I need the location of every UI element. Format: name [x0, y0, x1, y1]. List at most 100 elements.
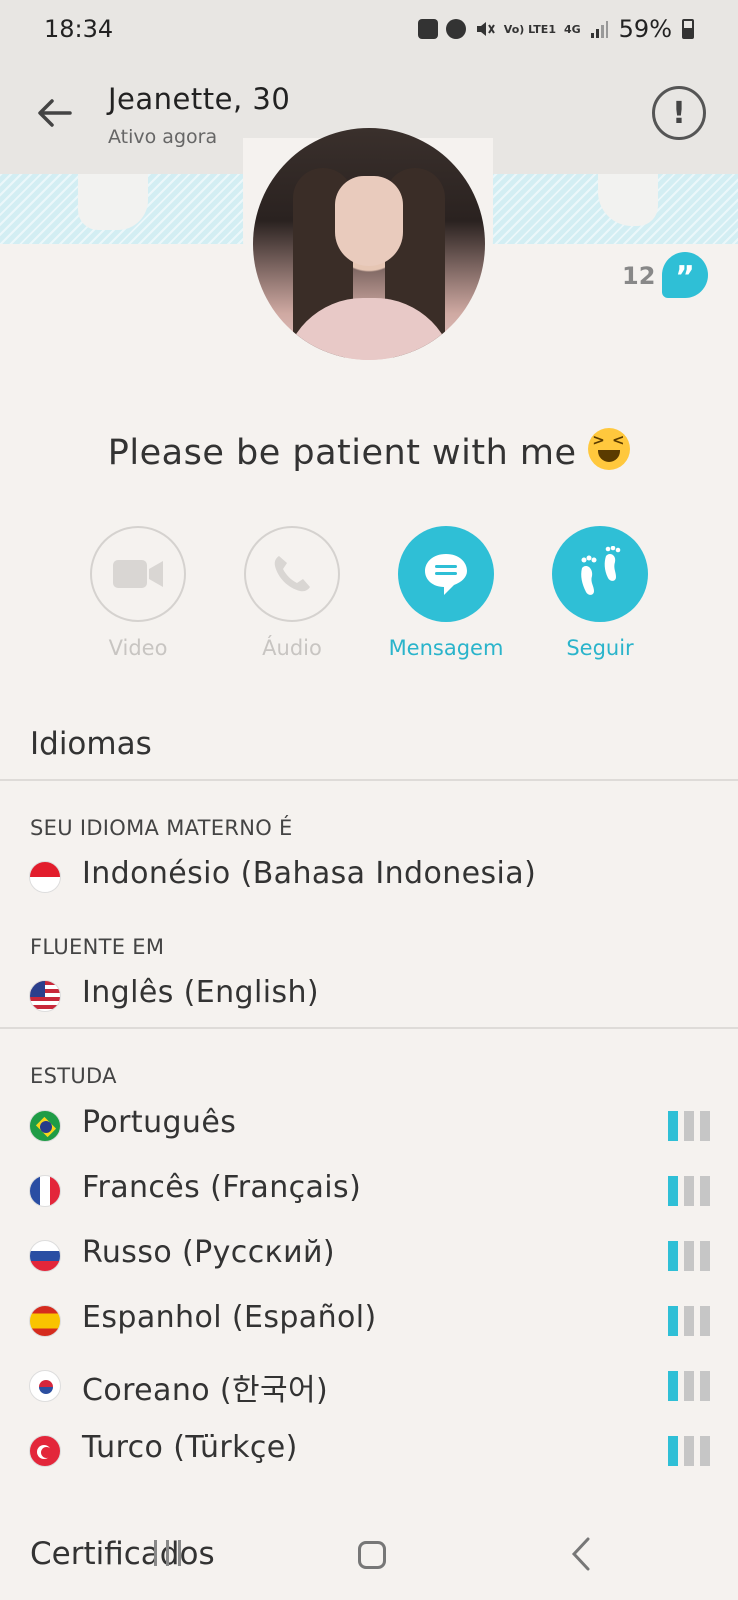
- recent-apps-icon: [154, 1540, 157, 1566]
- level-bar: [684, 1176, 694, 1206]
- languages-title: Idiomas: [30, 726, 152, 762]
- map-landmass: [78, 174, 148, 230]
- level-bar: [668, 1111, 678, 1141]
- chat-bubble-icon: [425, 554, 467, 595]
- battery-percentage: 59%: [618, 15, 672, 43]
- proficiency-level-indicator: [668, 1111, 712, 1141]
- level-bar: [700, 1176, 710, 1206]
- message-button[interactable]: Mensagem: [371, 526, 521, 660]
- grinning-squinting-face-icon: [588, 428, 631, 470]
- proficiency-level-indicator: [668, 1306, 712, 1336]
- profile-name: Jeanette, 30: [108, 82, 291, 116]
- proficiency-level-indicator: [668, 1371, 712, 1401]
- flag-turkey-icon: [29, 1435, 61, 1467]
- exclamation-icon: !: [672, 95, 686, 131]
- studying-language-row: Turco (Türkçe): [0, 1426, 738, 1476]
- back-button[interactable]: [30, 88, 80, 138]
- follow-button[interactable]: Seguir: [525, 526, 675, 660]
- language-name: Indonésio (Bahasa Indonesia): [82, 856, 537, 891]
- avatar-face: [335, 176, 403, 266]
- level-bar: [700, 1306, 710, 1336]
- level-bar: [684, 1371, 694, 1401]
- studying-language-row: Português: [0, 1101, 738, 1151]
- flag-south-korea-icon: [29, 1370, 61, 1402]
- certificates-title: Certificados: [30, 1536, 215, 1572]
- battery-icon: [682, 19, 694, 39]
- studying-language-row: Coreano (한국어): [0, 1361, 738, 1411]
- profile-bio: Please be patient with me: [0, 428, 738, 473]
- report-button[interactable]: !: [652, 86, 706, 140]
- level-bar: [668, 1306, 678, 1336]
- native-language-row: Indonésio (Bahasa Indonesia): [0, 852, 738, 902]
- phone-icon: [274, 556, 310, 592]
- chevron-left-icon: [571, 1537, 590, 1571]
- follow-label: Seguir: [566, 636, 634, 660]
- alarm-icon: [445, 19, 466, 39]
- level-bar: [684, 1241, 694, 1271]
- flag-usa-icon: [29, 980, 61, 1012]
- proficiency-level-indicator: [668, 1241, 712, 1271]
- volte-icon: Vo) LTE1: [503, 22, 556, 36]
- native-language-label: SEU IDIOMA MATERNO É: [30, 816, 293, 840]
- mute-icon: [476, 22, 495, 36]
- level-bar: [668, 1436, 678, 1466]
- level-bar: [668, 1241, 678, 1271]
- avatar[interactable]: [253, 128, 485, 360]
- signal-icon: [590, 21, 608, 38]
- fluent-label: FLUENTE EM: [30, 935, 165, 959]
- nav-back-button[interactable]: [566, 1536, 596, 1572]
- flag-france-icon: [29, 1175, 61, 1207]
- recent-apps-icon: [178, 1540, 181, 1566]
- proficiency-level-indicator: [668, 1436, 712, 1466]
- language-name: Inglês (English): [82, 975, 319, 1010]
- audio-button-circle: [244, 526, 340, 622]
- message-button-circle: [398, 526, 494, 622]
- video-button-circle: [90, 526, 186, 622]
- language-name: Francês (Français): [82, 1170, 362, 1205]
- level-bar: [700, 1111, 710, 1141]
- level-bar: [700, 1436, 710, 1466]
- recent-apps-icon: [166, 1540, 169, 1566]
- status-time: 18:34: [44, 15, 114, 43]
- language-name: Turco (Türkçe): [82, 1430, 298, 1465]
- level-bar: [668, 1371, 678, 1401]
- language-name: Russo (Русский): [82, 1235, 336, 1270]
- studying-language-row: Russo (Русский): [0, 1231, 738, 1281]
- studying-label: ESTUDA: [30, 1064, 117, 1088]
- follow-button-circle: [552, 526, 648, 622]
- studying-language-row: Francês (Français): [0, 1166, 738, 1216]
- activity-status: Ativo agora: [108, 126, 218, 148]
- recent-apps-button[interactable]: [150, 1540, 186, 1568]
- reference-count[interactable]: 12: [622, 262, 655, 290]
- 4g-icon: 4G: [563, 22, 581, 36]
- fluent-language-row: Inglês (English): [0, 971, 738, 1021]
- audio-label: Áudio: [262, 636, 322, 660]
- video-call-button[interactable]: Video: [63, 526, 213, 660]
- studying-language-row: Espanhol (Español): [0, 1296, 738, 1346]
- notification-icon: [417, 19, 438, 39]
- level-bar: [700, 1371, 710, 1401]
- footprints-icon: [581, 546, 621, 595]
- level-bar: [684, 1436, 694, 1466]
- language-name: Coreano (한국어): [82, 1373, 329, 1408]
- status-icons: Vo) LTE1 4G: [417, 18, 609, 40]
- divider: [0, 779, 738, 781]
- audio-call-button[interactable]: Áudio: [217, 526, 367, 660]
- flag-indonesia-icon: [29, 861, 61, 893]
- status-right: Vo) LTE1 4G 59%: [417, 15, 694, 43]
- home-button[interactable]: [358, 1541, 386, 1569]
- level-bar: [668, 1176, 678, 1206]
- arrow-left-icon: [38, 99, 72, 127]
- language-name: Português: [82, 1105, 237, 1140]
- flag-russia-icon: [29, 1240, 61, 1272]
- status-bar: 18:34 Vo) LTE1 4G 59%: [0, 0, 738, 58]
- video-icon: [113, 560, 163, 588]
- flag-spain-icon: [29, 1305, 61, 1337]
- level-bar: [684, 1306, 694, 1336]
- map-landmass: [598, 174, 658, 226]
- message-label: Mensagem: [388, 636, 504, 660]
- quote-bubble-icon[interactable]: ”: [662, 252, 708, 298]
- proficiency-level-indicator: [668, 1176, 712, 1206]
- flag-brazil-icon: [29, 1110, 61, 1142]
- action-buttons: Video Áudio Mensagem Seguir: [0, 526, 738, 666]
